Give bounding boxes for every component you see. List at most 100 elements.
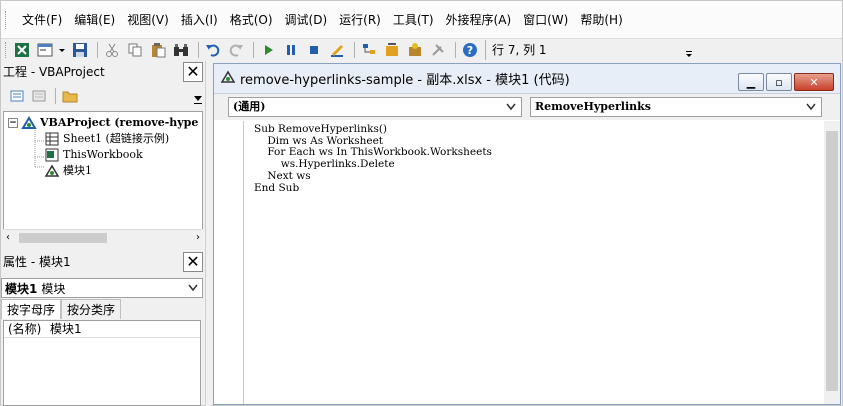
tree-item-label: ThisWorkbook [63,148,143,161]
toolbar-separator [97,42,98,58]
properties-object-select[interactable]: 模块1 模块 [1,278,203,298]
menu-view[interactable]: 视图(V) [121,9,175,31]
save-icon[interactable] [70,40,90,60]
project-toolbar [1,84,205,108]
view-code-icon[interactable] [7,87,27,105]
toolbar-separator [455,42,456,58]
object-select-value: (通用) [233,100,266,113]
code-vscroll[interactable] [824,121,840,404]
minimize-icon: ▁ [746,75,756,89]
properties-row[interactable]: (名称) 模块1 [4,321,200,338]
tree-item-module1[interactable]: 模块1 [44,163,92,179]
collapse-icon[interactable]: − [8,118,18,128]
code-window-title: remove-hyperlinks-sample - 副本.xlsx - 模块1… [240,73,570,88]
procedure-select[interactable]: RemoveHyperlinks [530,97,822,117]
help-icon[interactable]: ? [460,40,480,60]
worksheet-icon [44,132,60,146]
tree-item-sheet1[interactable]: Sheet1 (超链接示例) [44,131,169,147]
tree-root-row[interactable]: − VBAProject (remove-hype [8,115,198,131]
insert-userform-icon[interactable] [35,40,55,60]
module-icon [44,164,60,178]
toolbox-icon[interactable] [428,40,448,60]
toolbar-separator [253,42,254,58]
menu-run[interactable]: 运行(R) [333,9,387,31]
menu-file[interactable]: 文件(F) [16,9,68,31]
cut-icon[interactable] [102,40,122,60]
properties-window-icon[interactable] [382,40,402,60]
properties-panel-title-text: 属性 - 模块1 [3,255,71,269]
properties-panel-title: 属性 - 模块1 ✕ [1,251,205,273]
properties-grid: (名称) 模块1 [3,320,201,406]
menu-bar: 文件(F) 编辑(E) 视图(V) 插入(I) 格式(O) 调试(D) 运行(R… [1,1,842,39]
project-hscroll[interactable]: ‹ › [3,229,203,245]
toolbar-separator [354,42,355,58]
paste-icon[interactable] [148,40,168,60]
project-hscroll-thumb[interactable] [19,233,107,243]
tree-connector-lines [34,130,44,168]
scroll-left-icon[interactable]: ‹ [6,232,10,243]
tab-alphabetic[interactable]: 按字母序 [1,299,62,319]
menu-insert[interactable]: 插入(I) [175,9,224,31]
run-icon[interactable] [258,40,278,60]
code-editor[interactable]: Sub RemoveHyperlinks() Dim ws As Workshe… [214,121,840,404]
close-button[interactable]: ✕ [794,73,834,91]
menu-addins[interactable]: 外接程序(A) [440,9,518,31]
menu-debug[interactable]: 调试(D) [279,9,334,31]
close-icon[interactable]: ✕ [183,62,203,82]
insert-dropdown-icon[interactable] [58,40,66,60]
minimize-button[interactable]: ▁ [738,73,764,91]
project-vscroll[interactable] [192,84,204,110]
code-vscroll-thumb[interactable] [826,131,838,391]
toolbar-grip[interactable] [5,42,8,58]
menu-window[interactable]: 窗口(W) [517,9,574,31]
code-combos: (通用) RemoveHyperlinks [214,94,840,120]
code-margin[interactable] [214,121,244,404]
redo-icon[interactable] [226,40,246,60]
procedure-select-value: RemoveHyperlinks [535,100,651,113]
design-mode-icon[interactable] [327,40,347,60]
break-icon[interactable] [281,40,301,60]
toggle-folders-icon[interactable] [60,87,80,105]
module-icon [220,70,236,87]
tree-item-label: 模块1 [63,164,92,177]
tree-item-thisworkbook[interactable]: ThisWorkbook [44,147,143,163]
chevron-down-icon[interactable] [806,103,816,111]
restore-button[interactable]: ▫ [766,73,792,91]
scroll-right-icon[interactable]: › [196,232,200,243]
restore-icon: ▫ [775,75,783,89]
properties-object-name: 模块1 [5,281,38,296]
menu-help[interactable]: 帮助(H) [574,9,628,31]
svg-text:?: ? [467,44,473,57]
property-key: (名称) [8,322,42,336]
project-tree: − VBAProject (remove-hype Sheet1 (超链接示例)… [3,111,203,245]
property-value[interactable]: 模块1 [50,321,82,337]
menu-format[interactable]: 格式(O) [224,9,279,31]
menu-tools[interactable]: 工具(T) [387,9,440,31]
view-object-icon[interactable] [29,87,49,105]
code-text[interactable]: Sub RemoveHyperlinks() Dim ws As Workshe… [254,123,492,194]
toolbar-separator [55,88,56,104]
undo-icon[interactable] [203,40,223,60]
tree-root-label: VBAProject (remove-hype [40,116,199,129]
excel-view-icon[interactable] [12,40,32,60]
menu-grip[interactable] [5,10,8,29]
menu-edit[interactable]: 编辑(E) [68,9,121,31]
object-browser-icon[interactable] [405,40,425,60]
chevron-down-icon[interactable] [506,103,516,111]
project-explorer-icon[interactable] [359,40,379,60]
code-window-titlebar: remove-hyperlinks-sample - 副本.xlsx - 模块1… [214,64,840,94]
find-icon[interactable] [171,40,191,60]
chevron-down-icon[interactable] [188,284,198,292]
copy-icon[interactable] [125,40,145,60]
standard-toolbar: ? 行 7, 列 1 [1,39,842,61]
close-icon[interactable]: ✕ [183,252,203,272]
vba-editor-window: 文件(F) 编辑(E) 视图(V) 插入(I) 格式(O) 调试(D) 运行(R… [0,0,843,406]
properties-tabs: 按字母序 按分类序 [1,299,205,319]
object-select[interactable]: (通用) [228,97,522,117]
reset-icon[interactable] [304,40,324,60]
window-controls: ▁ ▫ ✕ [736,73,834,91]
toolbar-separator [198,42,199,58]
tab-categorized[interactable]: 按分类序 [61,299,122,319]
workbook-icon [44,148,60,162]
panel-splitter[interactable] [205,61,211,406]
